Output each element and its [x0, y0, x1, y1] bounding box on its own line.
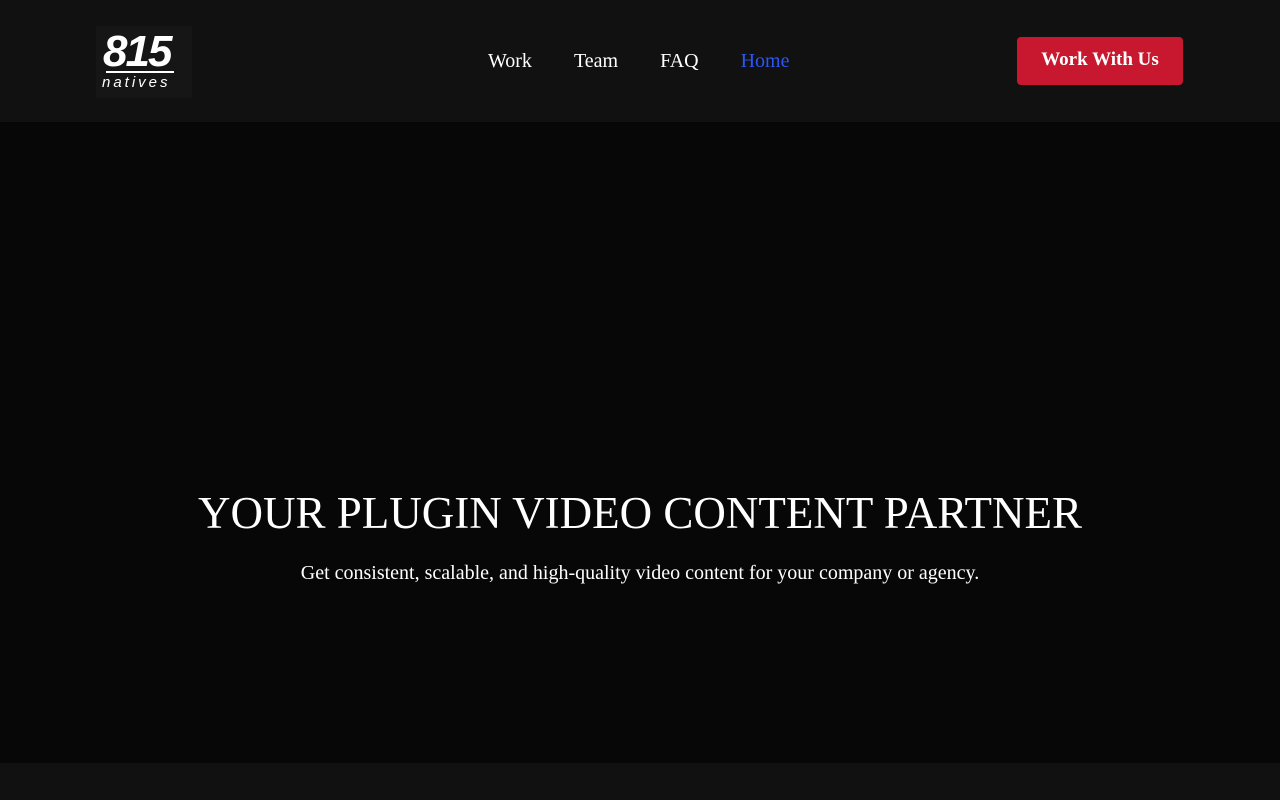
hero-subtitle: Get consistent, scalable, and high-quali… [300, 562, 980, 584]
nav-link-team[interactable]: Team [574, 48, 618, 74]
logo-underline [106, 71, 174, 73]
hero-section: YOUR PLUGIN VIDEO CONTENT PARTNER Get co… [0, 122, 1280, 763]
work-with-us-button[interactable]: Work With Us [1017, 37, 1183, 85]
site-header: 815 natives Work Team FAQ Home Work With… [0, 0, 1280, 122]
next-section-edge [0, 763, 1280, 800]
nav-link-work[interactable]: Work [488, 48, 532, 74]
nav-link-faq[interactable]: FAQ [660, 48, 699, 74]
nav-link-home[interactable]: Home [741, 48, 790, 74]
logo[interactable]: 815 natives [96, 26, 192, 98]
logo-number: 815 [103, 27, 172, 76]
hero-title: YOUR PLUGIN VIDEO CONTENT PARTNER [197, 488, 1082, 538]
main-nav: Work Team FAQ Home [488, 48, 790, 74]
logo-word: natives [102, 74, 171, 91]
